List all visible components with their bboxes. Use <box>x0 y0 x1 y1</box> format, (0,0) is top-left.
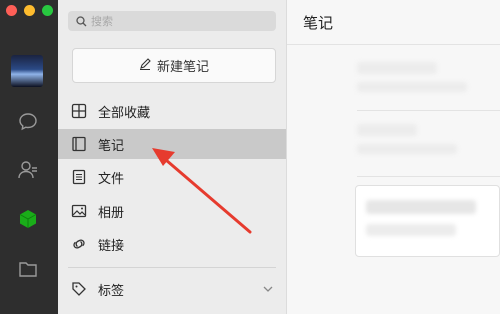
file-icon <box>70 168 88 186</box>
notes-pane: 笔记 <box>287 0 500 314</box>
nav-item-tags[interactable]: 标签 <box>58 274 286 304</box>
list-divider <box>357 176 500 177</box>
nav-item-label: 链接 <box>98 238 125 254</box>
nav-item-label: 全部收藏 <box>98 105 151 121</box>
note-card[interactable] <box>355 185 500 257</box>
chat-icon[interactable] <box>16 110 40 134</box>
zoom-window-button[interactable] <box>42 5 53 16</box>
tags-label: 标签 <box>98 283 125 299</box>
new-note-label: 新建笔记 <box>156 60 209 75</box>
grid-icon <box>70 102 88 120</box>
photo-icon <box>70 202 88 220</box>
notebook-icon <box>70 135 88 153</box>
list-divider <box>357 110 500 111</box>
new-note-button[interactable]: 新建笔记 <box>72 48 276 83</box>
header-divider <box>287 44 500 45</box>
list-item[interactable] <box>357 62 437 74</box>
contacts-icon[interactable] <box>16 158 40 182</box>
nav-item-photos[interactable]: 相册 <box>58 196 286 226</box>
app-rail <box>0 0 58 314</box>
list-item <box>357 144 457 154</box>
nav-item-label: 笔记 <box>98 138 125 154</box>
close-window-button[interactable] <box>6 5 17 16</box>
nav-item-label: 文件 <box>98 171 125 187</box>
edit-icon <box>139 57 151 74</box>
tag-icon <box>70 280 88 298</box>
list-item <box>357 82 467 92</box>
nav-item-links[interactable]: 链接 <box>58 229 286 259</box>
search-icon <box>76 12 87 31</box>
minimize-window-button[interactable] <box>24 5 35 16</box>
window-controls <box>6 5 53 16</box>
folder-icon[interactable] <box>16 257 40 281</box>
note-preview <box>366 224 456 236</box>
nav-item-all-favorites[interactable]: 全部收藏 <box>58 96 286 126</box>
link-icon <box>70 235 88 253</box>
nav-item-label: 相册 <box>98 205 125 221</box>
favorites-sidebar: 搜索 新建笔记 全部收藏 笔记 文件 相册 链接 标签 <box>58 0 287 314</box>
search-input[interactable]: 搜索 <box>68 11 276 31</box>
sidebar-divider <box>68 267 276 268</box>
chevron-down-icon[interactable] <box>262 283 274 299</box>
avatar[interactable] <box>11 55 43 87</box>
favorites-cube-icon[interactable] <box>16 207 40 231</box>
page-title: 笔记 <box>303 14 334 32</box>
note-preview <box>366 200 476 214</box>
nav-item-files[interactable]: 文件 <box>58 162 286 192</box>
list-item[interactable] <box>357 124 417 136</box>
nav-item-notes[interactable]: 笔记 <box>58 129 286 159</box>
search-placeholder: 搜索 <box>91 15 113 28</box>
